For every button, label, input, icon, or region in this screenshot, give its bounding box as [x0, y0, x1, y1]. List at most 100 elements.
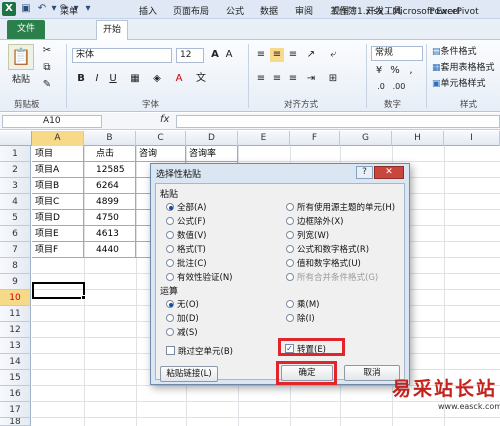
align-left-icon[interactable]: ≡: [254, 72, 268, 86]
tab-file[interactable]: 文件: [7, 20, 45, 39]
row-header[interactable]: 16: [0, 386, 31, 402]
row-header[interactable]: 7: [0, 242, 31, 258]
row-header[interactable]: 13: [0, 338, 31, 354]
cell-project[interactable]: 项目E: [32, 226, 84, 242]
cell-clicks[interactable]: 4440: [84, 242, 136, 258]
row-header[interactable]: 1: [0, 146, 31, 162]
cell-header[interactable]: 点击: [84, 146, 136, 162]
col-header-b[interactable]: B: [84, 131, 136, 146]
decrease-decimal-icon[interactable]: .00: [392, 80, 406, 94]
row-header[interactable]: 6: [0, 226, 31, 242]
format-painter-icon[interactable]: ✎: [40, 78, 54, 92]
ok-button[interactable]: 确定: [281, 365, 333, 381]
percent-icon[interactable]: %: [388, 64, 402, 78]
col-header-h[interactable]: H: [392, 131, 444, 146]
row-header-active[interactable]: 10: [0, 290, 31, 306]
cell-project[interactable]: 项目F: [32, 242, 84, 258]
radio-op-divide[interactable]: 除(I): [286, 312, 315, 324]
formula-input[interactable]: [176, 115, 500, 128]
col-header-i[interactable]: I: [444, 131, 500, 146]
row-header[interactable]: 4: [0, 194, 31, 210]
tab-review[interactable]: 审阅: [290, 4, 318, 20]
active-cell-a10[interactable]: [32, 282, 85, 299]
shrink-font-icon[interactable]: A: [222, 48, 236, 62]
row-header[interactable]: 5: [0, 210, 31, 226]
tab-powerpivot[interactable]: PowerPivot: [426, 4, 482, 20]
cell-clicks[interactable]: 12585: [84, 162, 136, 178]
radio-op-multiply[interactable]: 乘(M): [286, 298, 319, 310]
font-size-select[interactable]: 12: [176, 48, 204, 63]
cell-header[interactable]: 咨询率: [186, 146, 238, 162]
orientation-icon[interactable]: ↗: [304, 48, 318, 62]
cell-project[interactable]: 项目B: [32, 178, 84, 194]
cell-project[interactable]: 项目A: [32, 162, 84, 178]
col-header-c[interactable]: C: [136, 131, 186, 146]
cut-icon[interactable]: ✂: [40, 44, 54, 58]
cell-header[interactable]: 项目: [32, 146, 84, 162]
cell-clicks[interactable]: 4899: [84, 194, 136, 210]
radio-op-add[interactable]: 加(D): [166, 312, 199, 324]
cell-clicks[interactable]: 4613: [84, 226, 136, 242]
bold-icon[interactable]: B: [74, 72, 88, 86]
cell-clicks[interactable]: 4750: [84, 210, 136, 226]
name-box[interactable]: A10: [2, 115, 102, 128]
row-header[interactable]: 14: [0, 354, 31, 370]
col-header-g[interactable]: G: [340, 131, 392, 146]
paste-icon[interactable]: 📋: [8, 44, 34, 70]
number-format-select[interactable]: 常规: [371, 46, 423, 61]
cell-clicks[interactable]: 6264: [84, 178, 136, 194]
save-icon[interactable]: ▣: [20, 3, 32, 15]
italic-icon[interactable]: I: [90, 72, 104, 86]
cell-project[interactable]: 项目C: [32, 194, 84, 210]
row-header[interactable]: 18: [0, 418, 31, 426]
increase-decimal-icon[interactable]: .0: [374, 80, 388, 94]
radio-paste-all[interactable]: 全部(A): [166, 201, 206, 213]
align-middle-icon[interactable]: ≡: [270, 48, 284, 62]
comma-style-icon[interactable]: ,: [404, 64, 418, 78]
conditional-formatting-button[interactable]: ▤条件格式: [432, 44, 477, 57]
merge-center-icon[interactable]: ⊞: [326, 72, 340, 86]
tab-data[interactable]: 数据: [255, 4, 283, 20]
radio-paste-column-widths[interactable]: 列宽(W): [286, 229, 329, 241]
radio-paste-values[interactable]: 数值(V): [166, 229, 206, 241]
insert-function-icon[interactable]: fx: [160, 114, 169, 125]
col-header-f[interactable]: F: [290, 131, 340, 146]
col-header-e[interactable]: E: [238, 131, 290, 146]
row-header[interactable]: 17: [0, 402, 31, 418]
radio-paste-comments[interactable]: 批注(C): [166, 257, 207, 269]
tab-menu[interactable]: 菜单: [54, 4, 84, 20]
row-header[interactable]: 2: [0, 162, 31, 178]
tab-home[interactable]: 开始: [96, 20, 128, 41]
indent-icon[interactable]: ⇥: [304, 72, 318, 86]
font-name-select[interactable]: 宋体: [72, 48, 172, 63]
wrap-text-icon[interactable]: ⤶: [326, 48, 340, 62]
fill-handle[interactable]: [81, 295, 86, 300]
tab-developer[interactable]: 开发工具: [361, 4, 407, 20]
underline-icon[interactable]: U: [106, 72, 120, 86]
align-bottom-icon[interactable]: ≡: [286, 48, 300, 62]
grow-font-icon[interactable]: A: [208, 48, 222, 62]
radio-paste-formats[interactable]: 格式(T): [166, 243, 206, 255]
row-header[interactable]: 3: [0, 178, 31, 194]
phonetic-icon[interactable]: 文: [194, 72, 208, 86]
radio-paste-validation[interactable]: 有效性验证(N): [166, 271, 233, 283]
radio-paste-formulas-numbers[interactable]: 公式和数字格式(R): [286, 243, 369, 255]
close-button[interactable]: ✕: [374, 166, 404, 179]
select-all-corner[interactable]: [0, 131, 32, 146]
cell-header[interactable]: 咨询: [136, 146, 186, 162]
currency-icon[interactable]: ¥: [372, 64, 386, 78]
paste-button-label[interactable]: 粘贴: [12, 72, 30, 85]
tab-view[interactable]: 视图: [326, 4, 354, 20]
align-center-icon[interactable]: ≡: [270, 72, 284, 86]
row-header[interactable]: 12: [0, 322, 31, 338]
col-header-d[interactable]: D: [186, 131, 238, 146]
font-color-icon[interactable]: A: [172, 72, 186, 86]
row-header[interactable]: 11: [0, 306, 31, 322]
skip-blanks-checkbox[interactable]: 跳过空单元(B): [166, 345, 233, 357]
row-header[interactable]: 8: [0, 258, 31, 274]
copy-icon[interactable]: ⧉: [40, 61, 54, 75]
border-icon[interactable]: ▦: [128, 72, 142, 86]
radio-paste-source-theme[interactable]: 所有使用源主题的单元(H): [286, 201, 395, 213]
tab-page-layout[interactable]: 页面布局: [168, 4, 214, 20]
row-header[interactable]: 9: [0, 274, 31, 290]
